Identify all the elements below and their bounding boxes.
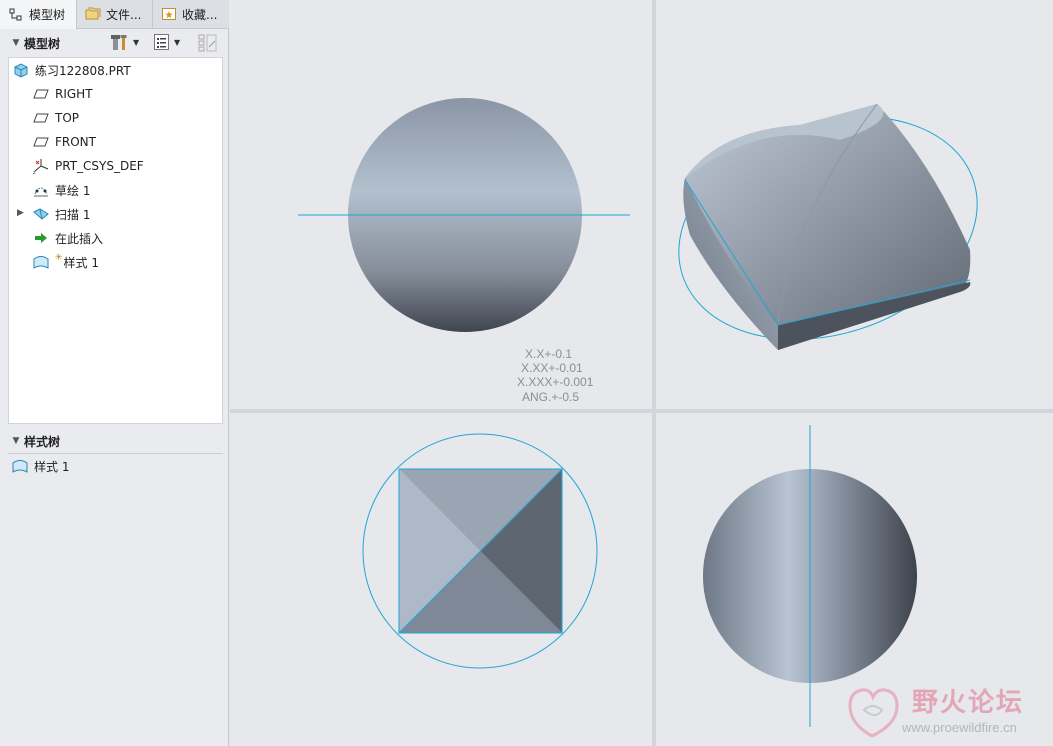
- watermark-url: www.proewildfire.cn: [902, 720, 1017, 735]
- tolerance-note-4: ANG.+-0.5: [522, 390, 580, 404]
- isometric-view-model[interactable]: [650, 80, 1007, 376]
- watermark-title: 野火论坛: [912, 688, 1025, 718]
- tolerance-note-1: X.X+-0.1: [525, 347, 573, 361]
- front-view-model[interactable]: [298, 98, 630, 332]
- tolerance-note-2: X.XX+-0.01: [521, 361, 583, 375]
- forum-watermark: 野火论坛 www.proewildfire.cn: [842, 678, 1053, 746]
- watermark-logo-icon: [848, 688, 899, 738]
- tolerance-note-3: X.XXX+-0.001: [517, 375, 594, 389]
- top-view-model[interactable]: [362, 433, 598, 669]
